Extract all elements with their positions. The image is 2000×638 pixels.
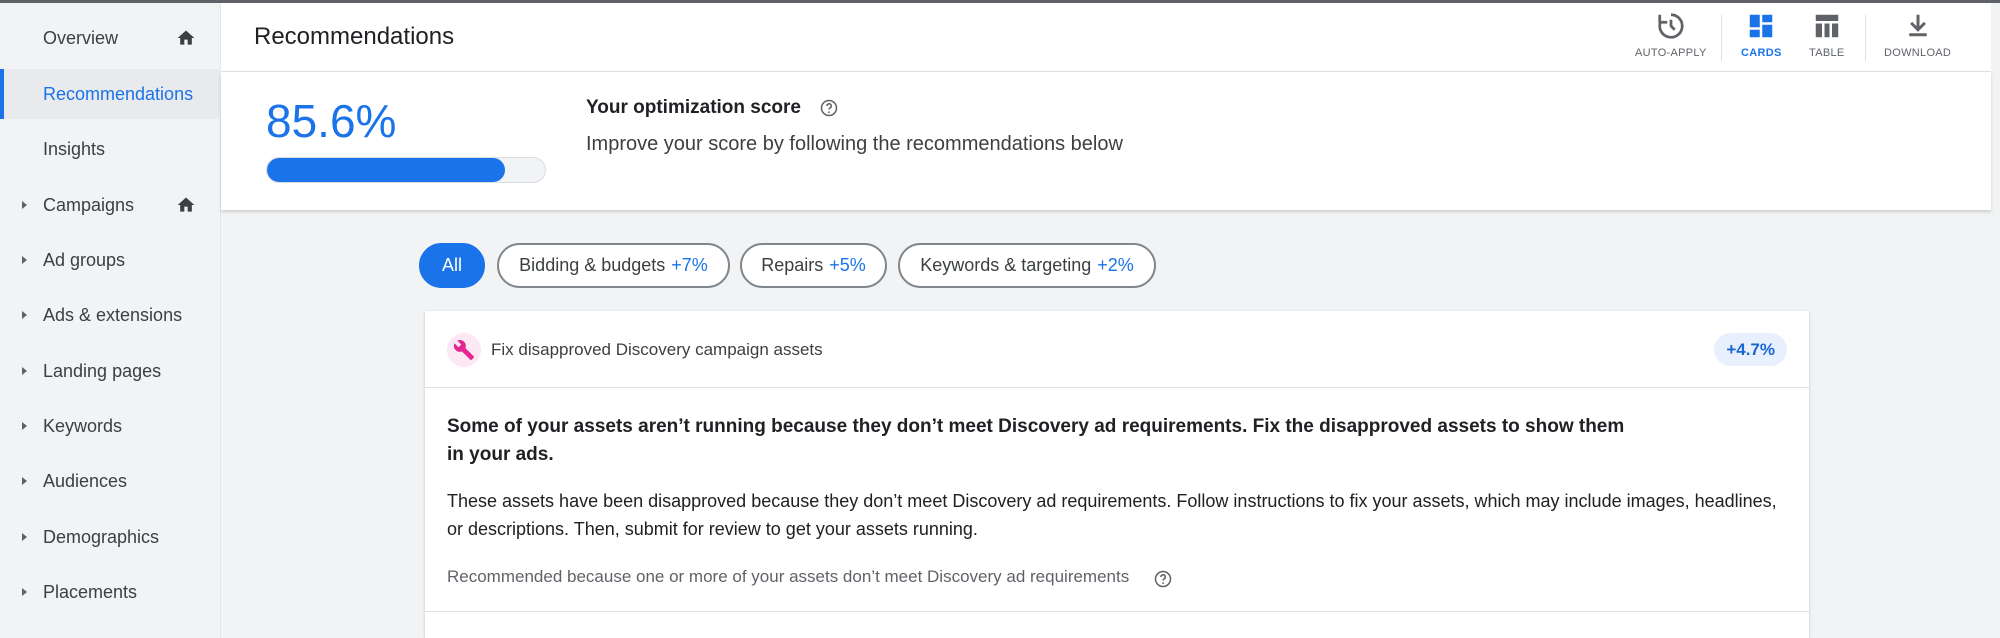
cards-view-button[interactable]: CARDS [1741,11,1782,65]
cards-label: CARDS [1741,47,1782,59]
optimization-score-panel: 85.6% Your optimization score Improve yo… [221,72,1991,210]
chip-score-uplift: +2% [1097,255,1134,275]
sidebar-item-label: Landing pages [43,360,162,381]
chip-score-uplift: +7% [671,255,708,275]
expand-caret-icon [22,477,27,485]
wrench-icon [453,340,475,361]
help-icon[interactable] [820,99,838,117]
home-icon [177,30,195,45]
auto-apply-button[interactable]: AUTO-APPLY [1635,11,1707,65]
home-icon [177,197,195,212]
sidebar-item-ad-groups[interactable]: Ad groups [0,235,221,285]
optimization-score-value: 85.6% [266,95,397,147]
sidebar-nav: Overview Recommendations Insights Campai… [0,3,221,638]
download-label: DOWNLOAD [1884,47,1952,59]
dashboard-icon [1750,14,1773,38]
table-view-button[interactable]: TABLE [1809,11,1845,65]
sidebar-item-label: Insights [43,138,106,159]
toolbar-divider [1721,15,1722,61]
chip-label: Keywords & targeting [920,255,1092,275]
history-clock-icon [1658,13,1684,39]
sidebar-item-insights[interactable]: Insights [0,124,221,174]
chip-score-uplift: +5% [829,255,866,275]
filter-chip-all[interactable]: All [419,243,485,288]
chip-label: Bidding & budgets [519,255,666,275]
auto-apply-label: AUTO-APPLY [1635,47,1707,59]
help-icon[interactable] [1154,570,1172,588]
sidebar-item-label: Demographics [43,526,160,547]
sidebar-item-label: Recommendations [43,83,194,104]
expand-caret-icon [22,588,27,596]
sidebar-item-recommendations[interactable]: Recommendations [0,69,221,119]
sidebar-item-label: Placements [43,581,138,602]
toolbar-divider [1865,15,1866,61]
score-impact-badge: +4.7% [1714,333,1787,366]
active-indicator [0,69,4,119]
expand-caret-icon [22,367,27,375]
card-title: Fix disapproved Discovery campaign asset… [491,340,823,359]
expand-caret-icon [22,311,27,319]
page-header: Recommendations AUTO-APPLY CARDS TABLE D… [221,3,1991,72]
sidebar-item-overview[interactable]: Overview [0,13,221,63]
expand-caret-icon [22,256,27,264]
sidebar-item-audiences[interactable]: Audiences [0,456,221,506]
optimization-score-progress [266,157,546,183]
expand-caret-icon [22,201,27,209]
card-reason: Recommended because one or more of your … [447,567,1130,586]
sidebar-item-landing-pages[interactable]: Landing pages [0,346,221,396]
table-label: TABLE [1809,47,1845,59]
sidebar-item-label: Ads & extensions [43,304,183,325]
card-header: Fix disapproved Discovery campaign asset… [425,311,1809,388]
expand-caret-icon [22,422,27,430]
sidebar-item-campaigns[interactable]: Campaigns [0,180,221,230]
sidebar-item-placements[interactable]: Placements [0,567,221,617]
sidebar-item-keywords[interactable]: Keywords [0,401,221,451]
wrench-icon-badge [447,333,481,367]
chip-label: Repairs [761,255,824,275]
sidebar-item-label: Campaigns [43,194,135,215]
sidebar-item-label: Overview [43,27,119,48]
card-divider [425,611,1809,612]
download-icon [1908,14,1927,37]
progress-fill [267,158,505,182]
sidebar-item-demographics[interactable]: Demographics [0,512,221,562]
download-button[interactable]: DOWNLOAD [1884,11,1951,65]
card-headline: Some of your assets aren’t running becau… [447,416,1625,465]
card-description: These assets have been disapproved becau… [447,491,1777,539]
sidebar-item-ads-extensions[interactable]: Ads & extensions [0,290,221,340]
sidebar-item-label: Ad groups [43,249,126,270]
table-icon [1815,14,1839,38]
optimization-score-title: Your optimization score [586,97,802,118]
optimization-score-subtitle: Improve your score by following the reco… [586,133,1123,155]
sidebar-item-label: Audiences [43,470,128,491]
filter-chip-keywords-targeting[interactable]: Keywords & targeting +2% [898,243,1156,288]
page-title: Recommendations [254,23,455,50]
sidebar-item-label: Keywords [43,415,123,436]
expand-caret-icon [22,533,27,541]
filter-chip-repairs[interactable]: Repairs +5% [740,243,887,288]
recommendation-card[interactable]: Fix disapproved Discovery campaign asset… [425,311,1809,638]
chip-label: All [441,255,462,275]
filter-chip-bidding-budgets[interactable]: Bidding & budgets +7% [497,243,730,288]
